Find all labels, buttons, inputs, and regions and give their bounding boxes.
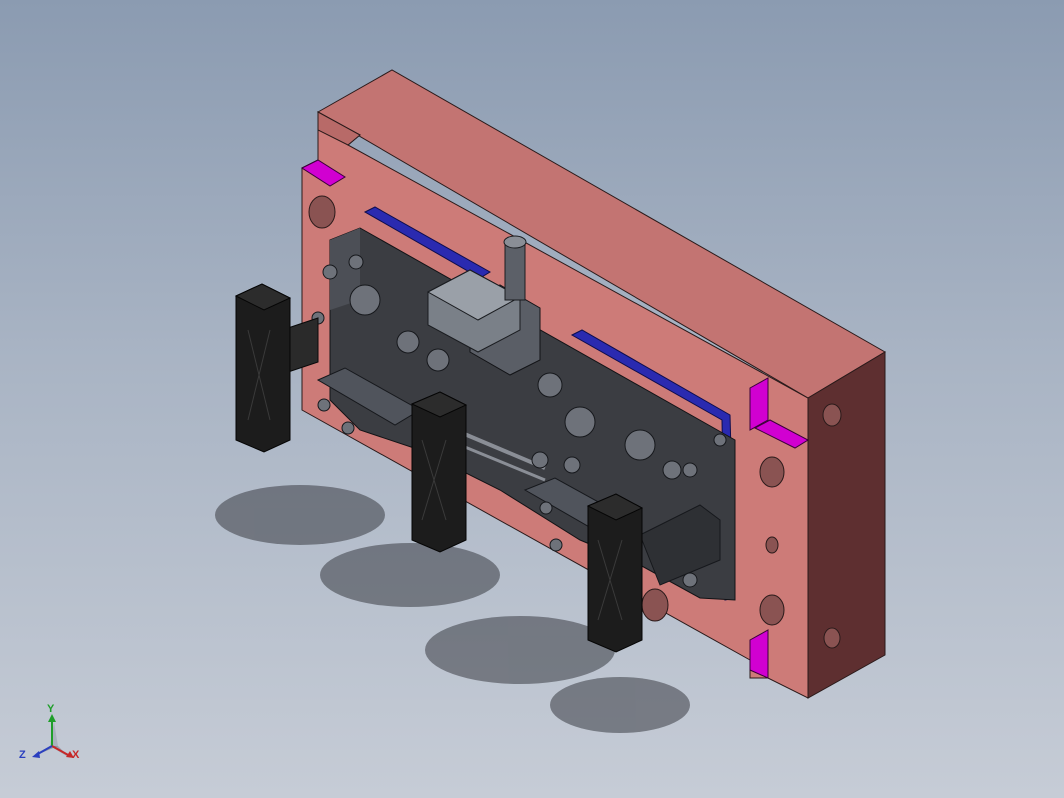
orientation-triad[interactable]: Y Z X	[14, 700, 94, 780]
clamp-pad-2[interactable]	[410, 391, 468, 553]
clamp-pad-3[interactable]	[586, 493, 644, 653]
cad-viewport[interactable]: Y Z X	[0, 0, 1064, 798]
triad-z-label: Z	[19, 749, 26, 761]
triad-x-label: X	[72, 749, 80, 761]
fixture-model[interactable]	[0, 0, 1064, 798]
triad-y-label: Y	[47, 703, 55, 715]
